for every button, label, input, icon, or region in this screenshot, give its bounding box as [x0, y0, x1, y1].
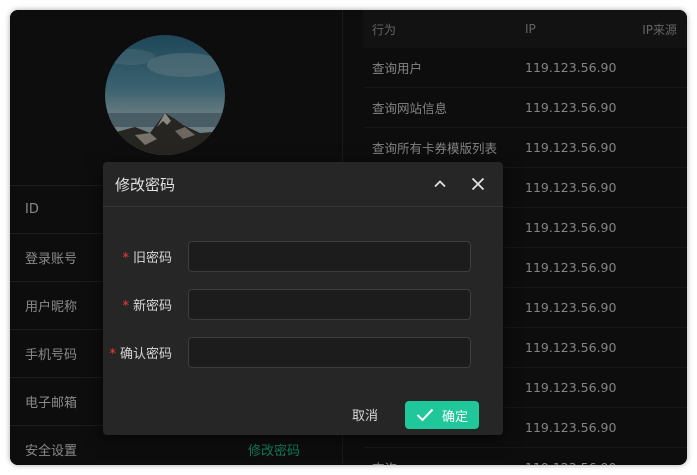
- dialog-title: 修改密码: [115, 175, 176, 194]
- confirm-password-label-text: 确认密码: [119, 347, 172, 362]
- new-password-label-text: 新密码: [132, 299, 172, 314]
- collapse-icon[interactable]: [427, 171, 453, 197]
- check-icon: [416, 408, 434, 422]
- required-mark: *: [122, 251, 129, 266]
- old-password-label: * 旧密码: [103, 247, 188, 266]
- confirm-button[interactable]: 确定: [405, 401, 479, 429]
- required-mark: *: [122, 299, 129, 314]
- old-password-label-text: 旧密码: [132, 251, 172, 266]
- old-password-row: * 旧密码: [103, 241, 471, 272]
- confirm-password-input[interactable]: [188, 337, 471, 368]
- confirm-password-label: * 确认密码: [103, 343, 188, 362]
- close-icon[interactable]: [465, 171, 491, 197]
- confirm-button-label: 确定: [441, 409, 468, 425]
- change-password-dialog: 修改密码 * 旧密码 * 新密码 * 确认密码 取消 确定: [103, 162, 503, 435]
- new-password-label: * 新密码: [103, 295, 188, 314]
- new-password-input[interactable]: [188, 289, 471, 320]
- required-mark: *: [109, 347, 116, 362]
- cancel-button[interactable]: 取消: [343, 400, 387, 428]
- dialog-header: 修改密码: [103, 162, 503, 207]
- confirm-password-row: * 确认密码: [103, 337, 471, 368]
- old-password-input[interactable]: [188, 241, 471, 272]
- app-window: ID 登录账号 用户昵称 手机号码 电子邮箱 安全设置 修改密码 行为 IP IP…: [10, 10, 687, 465]
- new-password-row: * 新密码: [103, 289, 471, 320]
